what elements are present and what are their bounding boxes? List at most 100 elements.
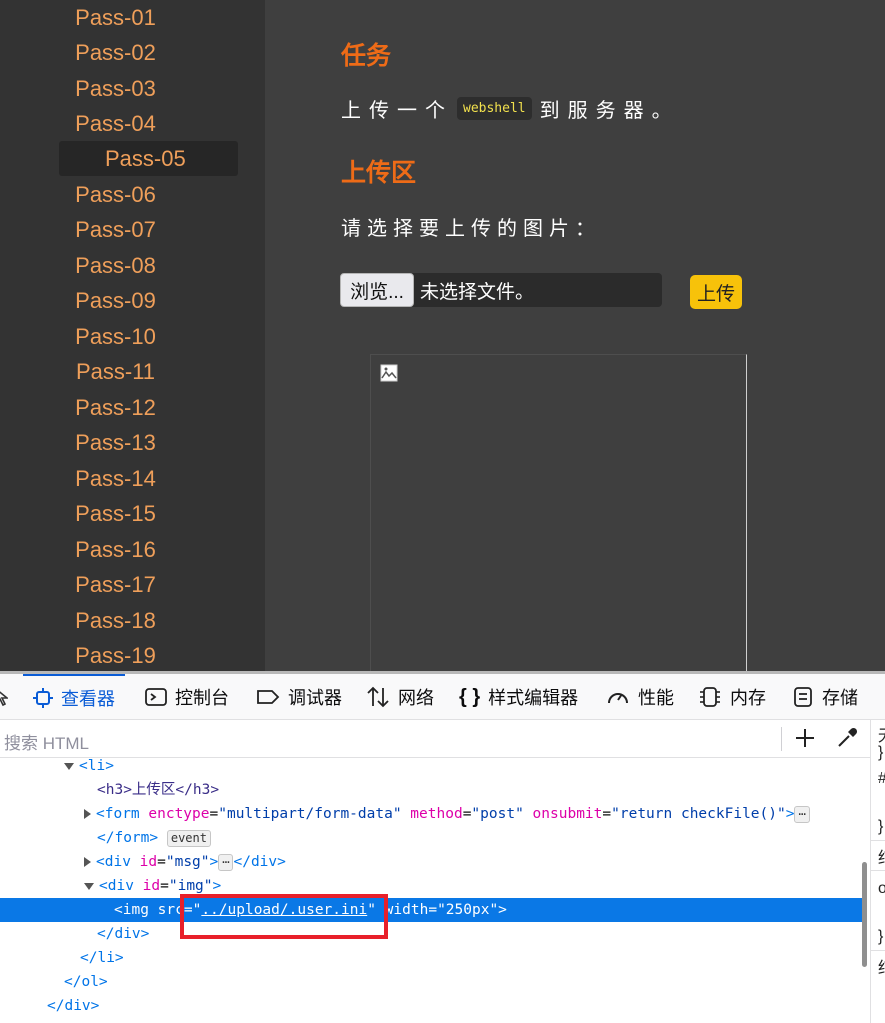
side-divider bbox=[871, 950, 885, 951]
form-val-enctype: "multipart/form-data" bbox=[218, 806, 402, 822]
tab-label: 内存 bbox=[730, 688, 766, 708]
tab-performance[interactable]: 性能 bbox=[606, 674, 674, 720]
sidebar-item-pass-19[interactable]: Pass-19 bbox=[0, 638, 265, 671]
sidebar-item-label: Pass-05 bbox=[105, 146, 186, 171]
tree-row[interactable]: </ol> bbox=[0, 970, 866, 994]
tree-row[interactable]: </div> bbox=[0, 922, 866, 946]
side-text: # bbox=[878, 770, 885, 788]
performance-icon bbox=[608, 693, 628, 704]
sidebar-item-pass-02[interactable]: Pass-02 bbox=[0, 35, 265, 70]
side-divider bbox=[871, 840, 885, 841]
tree-row[interactable]: <form enctype="multipart/form-data" meth… bbox=[0, 802, 866, 826]
sidebar-item-pass-04[interactable]: Pass-04 bbox=[0, 106, 265, 141]
collapsed-content-badge[interactable]: ⋯ bbox=[218, 853, 234, 871]
expand-toggle-icon[interactable] bbox=[84, 809, 91, 819]
sidebar-item-pass-13[interactable]: Pass-13 bbox=[0, 425, 265, 460]
tree-row[interactable]: </form> event bbox=[0, 826, 866, 850]
tab-debugger[interactable]: 调试器 bbox=[256, 674, 342, 720]
event-badge[interactable]: event bbox=[166, 829, 211, 847]
sidebar-item-pass-10[interactable]: Pass-10 bbox=[0, 319, 265, 354]
sidebar-item-pass-12[interactable]: Pass-12 bbox=[0, 390, 265, 425]
side-text: 结 bbox=[878, 954, 885, 978]
toolbar-divider bbox=[781, 727, 782, 751]
tree-row[interactable]: <div id="img"> bbox=[0, 874, 866, 898]
search-html-input[interactable]: 搜索 HTML bbox=[4, 729, 89, 754]
pick-element-icon[interactable] bbox=[0, 687, 8, 707]
form-open-tag: <form bbox=[96, 806, 140, 822]
tab-label: 查看器 bbox=[61, 689, 115, 709]
html-search-bar: 搜索 HTML bbox=[0, 720, 870, 758]
sidebar-item-pass-06[interactable]: Pass-06 bbox=[0, 177, 265, 212]
side-text: } bbox=[878, 744, 884, 761]
tab-network[interactable]: 网络 bbox=[366, 674, 434, 720]
side-text: } bbox=[878, 818, 884, 835]
upload-button[interactable]: 上传 bbox=[690, 275, 742, 309]
side-text: 无 bbox=[878, 722, 885, 746]
tab-style-editor[interactable]: { } 样式编辑器 bbox=[459, 674, 578, 720]
markup-scrollbar[interactable] bbox=[862, 862, 867, 967]
tab-label: 样式编辑器 bbox=[488, 688, 579, 708]
eyedropper-icon[interactable] bbox=[835, 726, 859, 750]
li-open-tag: <li> bbox=[79, 758, 114, 774]
form-val-method: "post" bbox=[471, 806, 524, 822]
tree-row-selected[interactable]: <img src="../upload/.user.ini" width="25… bbox=[0, 898, 866, 922]
sidebar-item-pass-15[interactable]: Pass-15 bbox=[0, 496, 265, 531]
debugger-icon bbox=[257, 690, 280, 704]
sidebar-item-pass-01[interactable]: Pass-01 bbox=[0, 0, 265, 35]
sidebar-item-pass-03[interactable]: Pass-03 bbox=[0, 71, 265, 106]
task-code: webshell bbox=[457, 97, 532, 120]
collapsed-content-badge[interactable]: ⋯ bbox=[794, 805, 810, 823]
tree-row[interactable]: <div id="msg"> ⋯ </div> bbox=[0, 850, 866, 874]
tab-storage[interactable]: 存储 bbox=[792, 674, 858, 720]
main-content: 任务 上传一个 webshell 到服务器。 上传区 请选择要上传的图片： 浏览… bbox=[265, 0, 885, 671]
network-icon bbox=[367, 686, 389, 708]
img-attr-width: width bbox=[384, 902, 429, 918]
sidebar-item-pass-18[interactable]: Pass-18 bbox=[0, 603, 265, 638]
devtools-tabbar: 查看器 控制台 调试器 网络 { } 样式编辑器 性能 内存 存储 bbox=[0, 674, 885, 720]
sidebar: Pass-01 Pass-02 Pass-03 Pass-04 Pass-05 … bbox=[0, 0, 265, 671]
upload-heading: 上传区 bbox=[341, 159, 417, 187]
image-preview-area bbox=[370, 354, 747, 671]
sidebar-item-pass-07[interactable]: Pass-07 bbox=[0, 212, 265, 247]
ol-close-tag: </ol> bbox=[64, 974, 108, 990]
collapse-toggle-icon[interactable] bbox=[64, 762, 74, 770]
div-close-tag: </div> bbox=[47, 998, 100, 1014]
tab-memory[interactable]: 内存 bbox=[698, 674, 766, 720]
expand-toggle-icon[interactable] bbox=[84, 857, 91, 867]
sidebar-item-pass-08[interactable]: Pass-08 bbox=[0, 248, 265, 283]
tree-row[interactable]: </li> bbox=[0, 946, 866, 970]
collapse-toggle-icon[interactable] bbox=[84, 882, 94, 890]
task-description: 上传一个 webshell 到服务器。 bbox=[341, 94, 680, 123]
task-heading: 任务 bbox=[341, 42, 392, 70]
console-icon bbox=[145, 688, 167, 706]
sidebar-item-pass-17[interactable]: Pass-17 bbox=[0, 567, 265, 602]
tab-label: 网络 bbox=[398, 688, 434, 708]
tree-row: <li> bbox=[0, 754, 866, 778]
braces-icon: { } bbox=[459, 685, 481, 708]
tree-row[interactable]: <h3>上传区</h3> bbox=[0, 778, 866, 802]
side-text: } bbox=[878, 928, 884, 945]
tab-console[interactable]: 控制台 bbox=[145, 674, 229, 720]
tab-label: 调试器 bbox=[288, 688, 342, 708]
div-img-open-tag: <div bbox=[99, 878, 134, 894]
sidebar-item-pass-11[interactable]: Pass-11 bbox=[0, 354, 265, 389]
tree-row[interactable]: </div> bbox=[0, 994, 866, 1018]
no-file-label: 未选择文件。 bbox=[420, 281, 535, 303]
highlight-annotation-box bbox=[180, 894, 388, 939]
sidebar-item-pass-09[interactable]: Pass-09 bbox=[0, 283, 265, 318]
tab-inspector[interactable]: 查看器 bbox=[23, 674, 125, 720]
div-msg-gt: > bbox=[209, 854, 219, 870]
div-img-gt: > bbox=[212, 878, 222, 894]
add-node-icon[interactable] bbox=[793, 726, 817, 750]
file-input[interactable]: 浏览... 未选择文件。 bbox=[340, 273, 662, 307]
broken-image-icon bbox=[380, 364, 398, 382]
div-img-attr: id bbox=[142, 878, 161, 894]
form-attr-onsubmit: onsubmit bbox=[532, 806, 603, 822]
div-img-close-tag: </div> bbox=[97, 926, 150, 942]
choose-prompt: 请选择要上传的图片： bbox=[341, 218, 601, 240]
sidebar-item-pass-05[interactable]: Pass-05 bbox=[59, 141, 238, 176]
sidebar-item-pass-16[interactable]: Pass-16 bbox=[0, 532, 265, 567]
img-gt: > bbox=[498, 902, 507, 918]
browse-button[interactable]: 浏览... bbox=[340, 273, 414, 307]
sidebar-item-pass-14[interactable]: Pass-14 bbox=[0, 461, 265, 496]
